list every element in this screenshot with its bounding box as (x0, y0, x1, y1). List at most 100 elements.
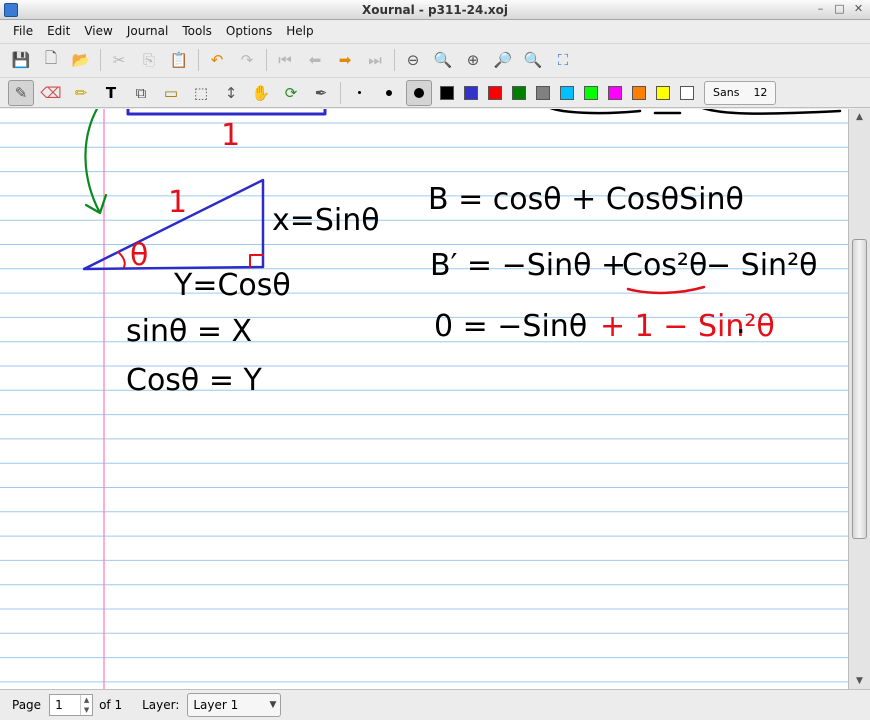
main-toolbar: 💾 🗋 📂 ✂ ⎘ 📋 ↶ ↷ ⏮ ⬅ ➡ ⏭ ⊖ 🔍 ⊕ 🔎 🔍 ⛶ (0, 43, 870, 76)
window-controls: – □ ✕ (813, 2, 866, 17)
equation-zero-red-part: + 1 − Sin²θ (600, 309, 775, 344)
copy-icon[interactable]: ⎘ (136, 47, 162, 73)
color-magenta-button[interactable] (604, 80, 626, 106)
toolbar-separator (340, 81, 341, 104)
highlighter-icon[interactable]: ✏ (68, 80, 94, 106)
swatch-yellow (656, 85, 670, 100)
equation-zero-dot: . (736, 306, 746, 341)
theta-label: θ (130, 238, 148, 273)
maximize-icon[interactable]: □ (832, 2, 847, 17)
menu-bar: File Edit View Journal Tools Options Hel… (0, 20, 870, 42)
equation-b-prime-sin2: − Sin²θ (706, 248, 817, 283)
color-lightgreen-button[interactable] (580, 80, 602, 106)
swatch-gray (536, 85, 550, 100)
medium-dot-icon (386, 89, 392, 96)
color-gray-button[interactable] (532, 80, 554, 106)
page-spinbox[interactable]: 1 ▲ ▼ (49, 694, 94, 716)
color-black-button[interactable] (436, 80, 458, 106)
prev-page-icon[interactable]: ⬅ (302, 47, 328, 73)
toolbar-separator (394, 49, 395, 71)
page-count: of 1 (99, 698, 123, 712)
menu-tools[interactable]: Tools (175, 24, 219, 38)
equation-zero-part1: 0 = −Sinθ (434, 309, 587, 344)
scroll-down-icon[interactable]: ▼ (849, 673, 870, 689)
blue-box-fragment (126, 109, 327, 116)
y-label: Y=Cosθ (173, 268, 291, 303)
close-icon[interactable]: ✕ (851, 2, 866, 17)
hand-icon[interactable]: ✋ (248, 80, 274, 106)
color-white-button[interactable] (676, 80, 698, 106)
fullscreen-icon[interactable]: ⛶ (550, 47, 576, 73)
zoom-width-icon[interactable]: 🔎 (490, 47, 516, 73)
fine-dot-icon (357, 91, 361, 94)
font-size: 12 (753, 86, 768, 99)
right-angle-mark (249, 254, 264, 268)
minimize-icon[interactable]: – (813, 2, 828, 17)
swatch-black (440, 85, 454, 100)
menu-journal[interactable]: Journal (120, 24, 176, 38)
scroll-up-icon[interactable]: ▲ (849, 109, 870, 125)
swatch-magenta (608, 85, 622, 100)
menu-view[interactable]: View (77, 24, 119, 38)
swatch-orange (632, 85, 646, 100)
select-rect-icon[interactable]: ⬚ (188, 80, 214, 106)
scrollbar-thumb[interactable] (852, 239, 867, 539)
color-yellow-button[interactable] (652, 80, 674, 106)
shape-recognizer-icon[interactable]: ⧉ (128, 80, 154, 106)
color-lightblue-button[interactable] (556, 80, 578, 106)
text-icon[interactable]: T (98, 80, 124, 106)
thickness-thick-button[interactable] (406, 79, 432, 106)
pen-settings-icon[interactable]: ✒ (308, 80, 334, 106)
toolbar-separator (100, 49, 101, 71)
undo-icon[interactable]: ↶ (204, 47, 230, 73)
vertical-space-icon[interactable]: ↕ (218, 80, 244, 106)
menu-help[interactable]: Help (279, 24, 320, 38)
menu-options[interactable]: Options (219, 24, 279, 38)
save-icon[interactable]: 💾 (8, 47, 34, 73)
swatch-red (488, 85, 502, 100)
toolbar-separator (266, 49, 267, 71)
toolbar-separator (198, 49, 199, 71)
default-pen-icon[interactable]: ⟳ (278, 80, 304, 106)
zoom-set-icon[interactable]: 🔍 (520, 47, 546, 73)
swatch-white (680, 85, 694, 100)
next-page-icon[interactable]: ➡ (332, 47, 358, 73)
cut-icon[interactable]: ✂ (106, 47, 132, 73)
layer-select[interactable]: Layer 1 ▼ (187, 693, 282, 717)
last-page-icon[interactable]: ⏭ (362, 47, 388, 73)
cos-equation: Cosθ = Y (126, 363, 262, 398)
spin-arrows-icon[interactable]: ▲ ▼ (80, 695, 92, 715)
thickness-medium-button[interactable] (376, 80, 402, 106)
red-underline (626, 285, 706, 295)
ruler-icon[interactable]: ▭ (158, 80, 184, 106)
journal-canvas[interactable]: 1 1 θ x=Sinθ Y=Cosθ sinθ = X Cosθ = Y B … (0, 109, 849, 689)
color-green-button[interactable] (508, 80, 530, 106)
swatch-green (512, 85, 526, 100)
menu-file[interactable]: File (6, 24, 40, 38)
zoom-100-icon[interactable]: 🔍 (430, 47, 456, 73)
menu-edit[interactable]: Edit (40, 24, 77, 38)
status-bar: Page 1 ▲ ▼ of 1 Layer: Layer 1 ▼ (0, 689, 870, 720)
tools-toolbar: ✎ ⌫ ✏ T ⧉ ▭ ⬚ ↕ ✋ ⟳ ✒ Sans 12 (0, 77, 870, 108)
chevron-down-icon: ▼ (269, 700, 277, 710)
vertical-scrollbar[interactable]: ▲ ▼ (849, 109, 870, 689)
pen-icon[interactable]: ✎ (8, 79, 34, 106)
open-icon[interactable]: 📂 (68, 47, 94, 73)
equation-b: B = cosθ + CosθSinθ (428, 182, 744, 217)
color-orange-button[interactable] (628, 80, 650, 106)
redo-icon[interactable]: ↷ (234, 47, 260, 73)
color-blue-button[interactable] (460, 80, 482, 106)
thickness-fine-button[interactable] (346, 80, 372, 106)
green-arrow (84, 109, 108, 215)
swatch-blue (464, 85, 478, 100)
zoom-in-icon[interactable]: ⊕ (460, 47, 486, 73)
font-button[interactable]: Sans 12 (704, 80, 777, 105)
eraser-icon[interactable]: ⌫ (38, 80, 64, 106)
zoom-out-icon[interactable]: ⊖ (400, 47, 426, 73)
angle-arc (117, 251, 126, 268)
new-page-icon[interactable]: 🗋 (38, 47, 64, 73)
equation-b-prime-part1: B′ = −Sinθ + (430, 248, 626, 283)
first-page-icon[interactable]: ⏮ (272, 47, 298, 73)
paste-icon[interactable]: 📋 (166, 47, 192, 73)
color-red-button[interactable] (484, 80, 506, 106)
